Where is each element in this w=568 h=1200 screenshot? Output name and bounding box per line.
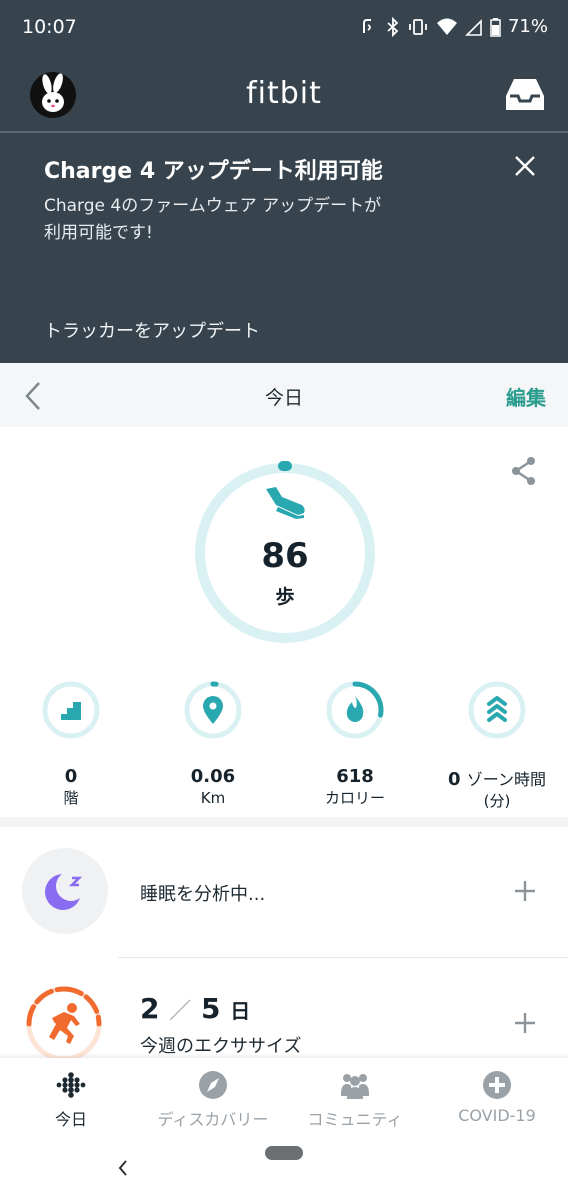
- distance-unit: Km: [200, 789, 226, 807]
- share-icon[interactable]: [510, 456, 538, 486]
- runner-icon: [49, 1003, 80, 1044]
- zone-minutes-unit: (分): [483, 792, 511, 810]
- banner-message: Charge 4のファームウェア アップデートが 利用可能です!: [44, 193, 444, 247]
- close-icon[interactable]: [512, 153, 538, 179]
- nav-covid19[interactable]: COVID-19: [426, 1070, 568, 1125]
- exercise-done: 2: [140, 992, 160, 1025]
- stat-zone-minutes[interactable]: 0 ゾーン時間 (分): [427, 680, 567, 810]
- nav-covid19-label: COVID-19: [458, 1106, 536, 1125]
- date-title: 今日: [264, 387, 303, 409]
- battery-icon: [490, 17, 501, 37]
- bottom-nav: 今日 ディスカバリー コミュニティ COVID-19: [0, 1058, 568, 1142]
- moon-icon: [45, 874, 83, 910]
- calories-ring: [326, 681, 384, 739]
- stairs-icon: [61, 702, 81, 720]
- edit-button[interactable]: 編集: [506, 382, 546, 411]
- floors-value: 0: [64, 766, 78, 787]
- status-time: 10:07: [22, 16, 77, 38]
- vibrate-icon: [409, 18, 427, 35]
- floors-ring: [42, 681, 100, 739]
- steps-value: 86: [261, 536, 309, 576]
- compass-icon: [199, 1071, 227, 1099]
- nav-today-label: 今日: [54, 1110, 87, 1129]
- plus-circle-icon: [483, 1071, 511, 1099]
- exercise-goal: 5: [201, 992, 221, 1025]
- nav-today[interactable]: 今日: [0, 1070, 142, 1130]
- nav-discovery-label: ディスカバリー: [157, 1110, 269, 1129]
- location-pin-icon: [203, 696, 223, 724]
- update-tracker-button[interactable]: トラッカーをアップデート: [44, 317, 260, 343]
- signal-icon: [465, 18, 482, 36]
- app-header: fitbit: [0, 58, 568, 133]
- bluetooth-icon: [387, 16, 399, 37]
- nav-community[interactable]: コミュニティ: [284, 1070, 426, 1130]
- exercise-count: 2 ／ 5 日: [140, 992, 250, 1025]
- calories-unit: カロリー: [324, 789, 385, 807]
- exercise-label[interactable]: 今週のエクササイズ: [140, 1032, 301, 1058]
- floors-unit: 階: [63, 789, 79, 807]
- sleep-tile[interactable]: [22, 848, 108, 934]
- zone-chevrons-icon: [487, 696, 507, 722]
- row-divider: [118, 957, 568, 958]
- banner-title: Charge 4 アップデート利用可能: [44, 159, 383, 184]
- status-icons: 71%: [359, 16, 548, 37]
- system-back-icon[interactable]: [116, 1158, 130, 1178]
- system-nav-bar: [0, 1142, 568, 1200]
- nfc-icon: [362, 18, 371, 33]
- fitbit-dots-icon: [56, 1072, 86, 1098]
- zone-minutes-ring: [468, 681, 526, 739]
- battery-percent: 71%: [507, 16, 548, 37]
- zone-minutes-value: 0 ゾーン時間: [427, 766, 567, 790]
- wifi-icon: [436, 18, 457, 35]
- steps-unit: 歩: [275, 586, 295, 608]
- update-banner: Charge 4 アップデート利用可能 Charge 4のファームウェア アップ…: [0, 133, 568, 363]
- add-exercise-icon[interactable]: [514, 1012, 536, 1034]
- banner-message-line1: Charge 4のファームウェア アップデートが: [44, 196, 382, 216]
- exercise-ring[interactable]: [24, 984, 104, 1064]
- nav-discovery[interactable]: ディスカバリー: [142, 1070, 284, 1130]
- community-icon: [341, 1074, 369, 1099]
- section-divider: [0, 817, 568, 827]
- flame-icon: [346, 696, 364, 722]
- shoe-icon: [266, 487, 305, 519]
- exercise-separator: ／: [169, 999, 192, 1024]
- status-bar: 10:07 71%: [0, 0, 568, 58]
- zone-minutes-label: ゾーン時間: [466, 770, 546, 789]
- system-home-pill[interactable]: [265, 1146, 303, 1160]
- exercise-unit: 日: [230, 999, 251, 1023]
- stat-floors[interactable]: 0 階: [1, 680, 141, 807]
- date-bar: 今日 編集: [0, 363, 568, 427]
- inbox-icon[interactable]: [504, 76, 546, 112]
- add-sleep-icon[interactable]: [514, 880, 536, 902]
- distance-ring: [184, 681, 242, 739]
- distance-value: 0.06: [190, 766, 236, 787]
- calories-value: 618: [336, 766, 374, 787]
- app-title: fitbit: [246, 76, 322, 111]
- nav-community-label: コミュニティ: [307, 1110, 403, 1129]
- zone-minutes-number: 0: [447, 769, 461, 790]
- sleep-status-label[interactable]: 睡眠を分析中...: [140, 880, 265, 906]
- banner-message-line2: 利用可能です!: [44, 223, 153, 243]
- stat-distance[interactable]: 0.06 Km: [143, 680, 283, 807]
- stat-calories[interactable]: 618 カロリー: [285, 680, 425, 807]
